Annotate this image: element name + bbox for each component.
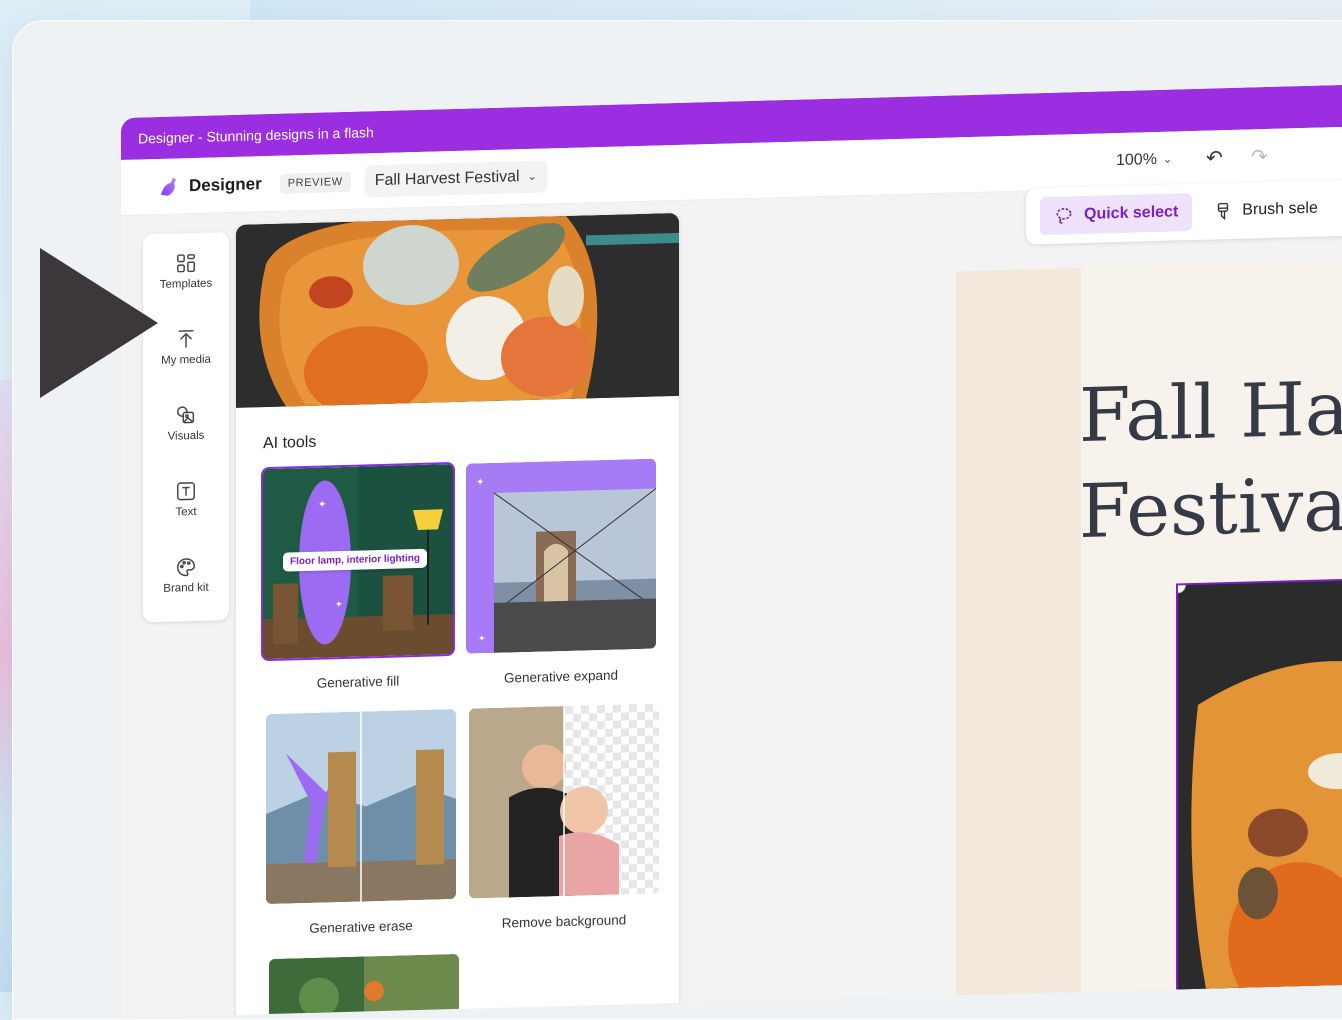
rail-label: Brand kit — [163, 582, 208, 595]
generative-expand-image: ✦ ✦ — [466, 459, 656, 654]
undo-icon[interactable]: ↶ — [1206, 145, 1223, 170]
canvas-headline[interactable]: Fall Ha Festiva — [1079, 361, 1342, 560]
quick-select-button[interactable]: Quick select — [1040, 193, 1192, 235]
tool-label: Generative erase — [266, 917, 456, 937]
zoom-level: 100% — [1116, 150, 1157, 169]
tool-more[interactable] — [269, 954, 459, 1018]
hero-image-pumpkins[interactable] — [236, 213, 679, 408]
ai-tools-panel: AI tools ✦ ✦ Floor — [236, 213, 679, 1018]
generative-erase-image — [266, 709, 456, 904]
redo-icon[interactable]: ↷ — [1251, 144, 1268, 169]
chevron-down-icon: ⌄ — [528, 170, 537, 183]
play-triangle-icon[interactable] — [40, 248, 158, 398]
brush-select-label: Brush sele — [1242, 200, 1318, 220]
document-title-dropdown[interactable]: Fall Harvest Festival ⌄ — [365, 160, 547, 197]
tool-label: Generative fill — [263, 672, 453, 692]
tool-remove-background[interactable]: Remove background — [469, 703, 659, 931]
tool-generative-fill[interactable]: ✦ ✦ Floor lamp, interior lighting Genera… — [263, 464, 453, 692]
design-canvas[interactable]: Fall Ha Festiva — [956, 260, 1342, 1018]
brush-icon — [1214, 201, 1232, 221]
remove-background-image — [469, 703, 659, 898]
tool-generative-erase[interactable]: Generative erase — [266, 709, 456, 937]
upload-icon — [175, 328, 197, 351]
canvas-pumpkins-image — [1178, 580, 1342, 1018]
window-title: Designer - Stunning designs in a flash — [138, 124, 374, 146]
preview-badge: PREVIEW — [280, 171, 351, 193]
text-icon — [175, 480, 197, 503]
rail-item-brand-kit[interactable]: Brand kit — [143, 536, 229, 614]
rail-label: Visuals — [168, 430, 205, 443]
document-title: Fall Harvest Festival — [375, 168, 520, 190]
section-title-ai-tools: AI tools — [263, 424, 679, 453]
brush-select-button[interactable]: Brush sele — [1214, 199, 1318, 222]
generative-expand-thumbnail[interactable]: ✦ ✦ — [466, 459, 656, 654]
more-tool-image — [269, 954, 459, 1018]
svg-text:✦: ✦ — [318, 499, 326, 510]
rail-item-text[interactable]: Text — [143, 460, 229, 538]
remove-background-thumbnail[interactable] — [469, 703, 659, 898]
visuals-icon — [175, 404, 197, 427]
quick-select-label: Quick select — [1084, 203, 1178, 224]
designer-logo-icon — [157, 174, 181, 199]
canvas-selected-image[interactable] — [1178, 580, 1342, 1018]
fill-prompt-chip: Floor lamp, interior lighting — [283, 549, 427, 572]
lasso-icon — [1054, 205, 1074, 226]
palette-icon — [175, 556, 197, 579]
zoom-dropdown[interactable]: 100% ⌄ — [1116, 150, 1172, 170]
svg-text:✦: ✦ — [476, 477, 484, 488]
rail-label: Templates — [160, 278, 212, 291]
rail-label: My media — [161, 354, 211, 367]
svg-text:✦: ✦ — [335, 599, 343, 609]
chevron-down-icon: ⌄ — [1163, 153, 1172, 166]
tool-generative-expand[interactable]: ✦ ✦ Generative expand — [466, 459, 656, 687]
generative-erase-thumbnail[interactable] — [266, 709, 456, 904]
tool-label: Remove background — [469, 911, 659, 931]
svg-text:✦: ✦ — [478, 633, 486, 643]
canvas-side-band — [956, 268, 1081, 1018]
generative-fill-thumbnail[interactable]: ✦ ✦ Floor lamp, interior lighting — [263, 464, 453, 659]
pumpkins-illustration — [236, 213, 679, 408]
templates-icon — [175, 252, 197, 275]
designer-logo[interactable]: Designer — [157, 172, 262, 199]
rail-label: Text — [175, 506, 196, 519]
brand-name: Designer — [189, 174, 262, 196]
selection-toolbar: Quick select Brush sele — [1026, 179, 1342, 245]
tool-label: Generative expand — [466, 667, 656, 687]
ai-tools-grid: ✦ ✦ Floor lamp, interior lighting Genera… — [263, 458, 663, 469]
designer-app-window: Designer - Stunning designs in a flash D… — [121, 85, 1342, 1018]
more-tool-thumbnail[interactable] — [269, 954, 459, 1018]
